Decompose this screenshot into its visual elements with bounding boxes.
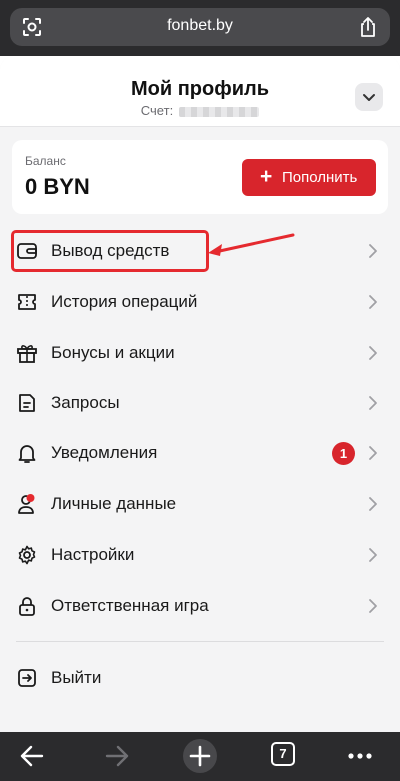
annotation-highlight-box [11,230,209,272]
forward-arrow-icon[interactable] [103,740,131,772]
account-number: Счет: [0,103,400,118]
menu-item-label: Личные данные [51,494,177,513]
gift-icon [17,345,37,363]
topup-label: Пополнить [282,169,358,186]
back-arrow-icon[interactable] [18,740,46,772]
menu-item-requests[interactable]: Запросы [0,378,400,428]
user-icon [18,494,35,514]
chevron-right-icon [369,599,377,613]
menu-item-history[interactable]: История операций [0,277,400,327]
logout-label: Выйти [51,668,102,687]
page-title: Мой профиль [130,78,270,100]
menu-item-label: Ответственная игра [51,596,209,615]
menu-item-label: Бонусы и акции [51,343,175,362]
lock-icon [19,597,35,616]
new-tab-icon[interactable] [182,738,218,774]
balance-label: Баланс [25,154,66,168]
menu-item-notifications[interactable]: Уведомления 1 [0,428,400,478]
share-icon[interactable] [358,16,378,38]
menu-item-settings[interactable]: Настройки [0,530,400,580]
profile-sheet: Мой профиль Счет: Баланс 0 BYN + Пополни… [0,56,400,732]
logout-icon [18,669,36,687]
menu-item-bonuses[interactable]: Бонусы и акции [0,328,400,378]
menu-item-label: Настройки [51,545,135,564]
ticket-icon [18,294,36,310]
menu-divider [16,641,384,642]
chevron-right-icon [369,295,377,309]
chevron-right-icon [369,346,377,360]
menu-item-logout[interactable]: Выйти [0,653,400,703]
browser-bottom-toolbar: 7 [0,732,400,781]
bell-icon [18,445,36,463]
address-bar[interactable]: fonbet.by [10,8,390,46]
header-divider [0,126,400,127]
browser-top-bar: fonbet.by [0,0,400,56]
balance-card: Баланс 0 BYN + Пополнить [12,140,388,214]
annotation-arrow-icon [208,233,295,256]
menu-item-label: История операций [51,292,198,311]
account-label: Счет: [140,103,174,118]
account-number-masked [179,106,260,117]
balance-value: 0 BYN [25,174,90,199]
chevron-right-icon [369,497,377,511]
chevron-right-icon [369,396,377,410]
collapse-button[interactable] [355,83,383,111]
profile-header: Мой профиль Счет: [0,56,400,126]
chevron-right-icon [369,548,377,562]
chevron-right-icon [369,446,377,460]
topup-button[interactable]: + Пополнить [242,159,376,196]
chevron-down-icon [363,94,375,101]
menu-item-label: Запросы [51,393,120,412]
more-menu-icon[interactable] [346,740,374,772]
notification-badge: 1 [332,442,355,465]
tabs-counter[interactable]: 7 [271,742,295,766]
menu-item-personal-data[interactable]: Личные данные [0,479,400,529]
url-text[interactable]: fonbet.by [10,17,390,35]
plus-icon: + [260,165,273,188]
menu-item-label: Уведомления [51,443,158,462]
menu-item-responsible-gaming[interactable]: Ответственная игра [0,581,400,631]
document-icon [19,394,35,412]
gear-icon [18,545,36,565]
chevron-right-icon [369,244,377,258]
